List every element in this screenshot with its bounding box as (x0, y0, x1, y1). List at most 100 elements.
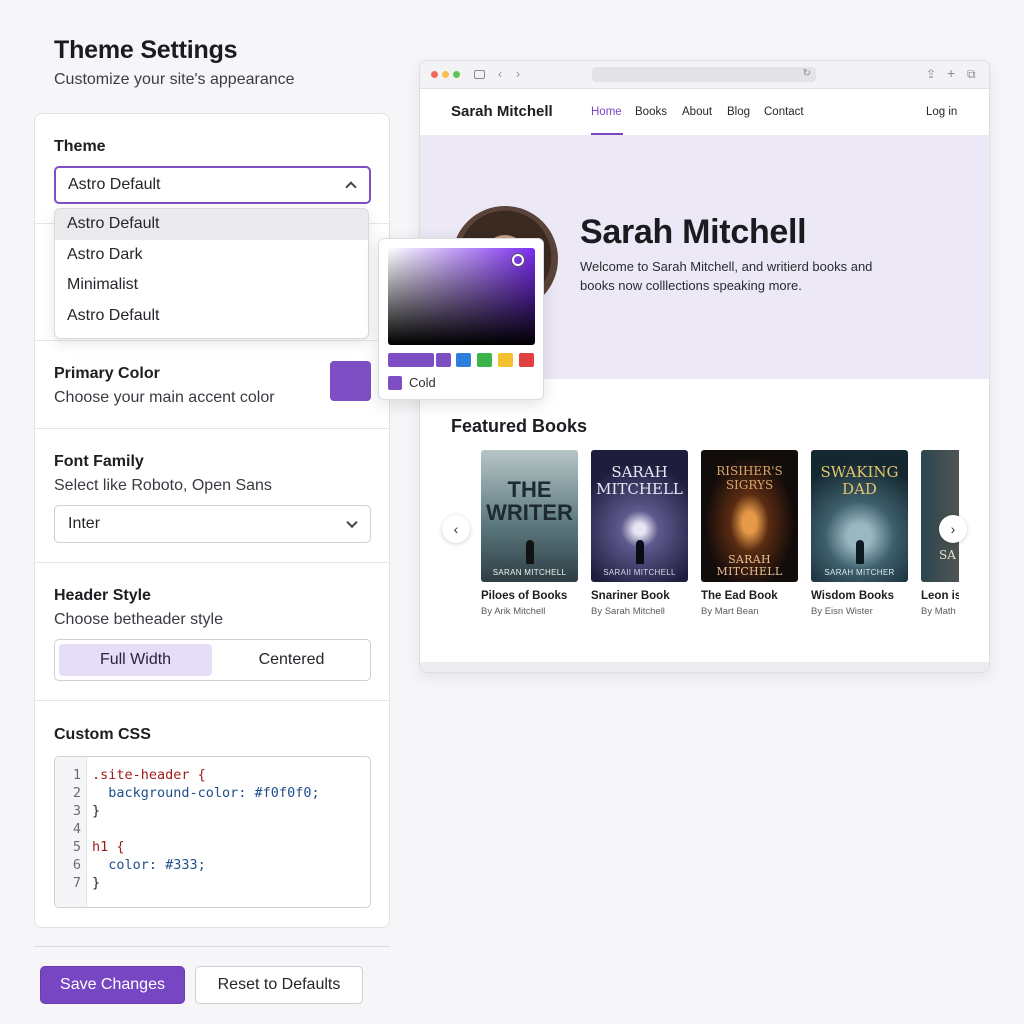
line-number: 4 (72, 821, 81, 837)
maximize-dot-icon[interactable] (453, 71, 460, 78)
cover-author: SARAII MITCHELL (603, 568, 676, 577)
active-nav-indicator (591, 133, 623, 135)
line-number: 5 (72, 839, 81, 855)
preset-color-swatch[interactable] (498, 353, 513, 367)
book-cover: SWAKING DAD SARAH MITCHER (811, 450, 908, 582)
forward-icon[interactable]: › (516, 67, 520, 81)
book-title: Snariner Book (591, 590, 670, 602)
cover-title: THE WRITER (486, 477, 573, 525)
code-line: background-color: #f0f0f0; (92, 785, 320, 801)
books-carousel: THE WRITER SARAN MITCHELL Piloes of Book… (481, 450, 959, 630)
custom-css-label: Custom CSS (54, 726, 151, 743)
font-family-section: Font Family Select like Roboto, Open San… (35, 429, 389, 563)
theme-option-minimalist[interactable]: Minimalist (55, 270, 368, 301)
book-card[interactable]: THE WRITER SARAN MITCHELL Piloes of Book… (481, 450, 578, 617)
reload-icon[interactable]: ↻ (803, 68, 811, 79)
primary-color-label: Primary Color (54, 365, 160, 382)
primary-color-swatch[interactable] (330, 361, 371, 401)
theme-option-astro-default-2[interactable]: Astro Default (55, 301, 368, 332)
book-title: Leon is (921, 590, 959, 602)
preset-color-swatch[interactable] (388, 353, 434, 367)
cover-title: SARAH MITCHELL (596, 463, 683, 498)
code-line: color: #333; (92, 857, 206, 873)
color-picker-handle[interactable] (512, 254, 524, 266)
nav-about[interactable]: About (682, 106, 712, 118)
book-title: Piloes of Books (481, 590, 568, 602)
book-cover: RISIHER'S SIGRYS SARAH MITCHELL (701, 450, 798, 582)
book-card[interactable]: SARAH MITCHELL SARAII MITCHELL Snariner … (591, 450, 688, 617)
selected-color-name: Cold (409, 375, 436, 390)
preset-color-swatch[interactable] (456, 353, 471, 367)
chevron-down-icon (346, 516, 358, 529)
login-link[interactable]: Log in (926, 106, 957, 118)
cover-author: SARAH MITCHER (824, 568, 895, 577)
cover-figure (526, 540, 534, 564)
theme-dropdown-menu: Astro Default Astro Dark Minimalist Astr… (54, 208, 369, 339)
line-number: 2 (72, 785, 81, 801)
site-name[interactable]: Sarah Mitchell (451, 103, 553, 120)
custom-css-editor[interactable]: 1 2 3 4 5 6 7 .site-header { background-… (54, 756, 371, 908)
cover-author: SARAN MITCHELL (492, 568, 567, 577)
book-cover: THE WRITER SARAN MITCHELL (481, 450, 578, 582)
book-author: By Mart Bean (701, 606, 759, 617)
nav-home[interactable]: Home (591, 106, 622, 118)
cover-title: SWAKING DAD (820, 463, 899, 498)
nav-books[interactable]: Books (635, 106, 667, 118)
preset-color-swatch[interactable] (519, 353, 534, 367)
cover-figure (636, 540, 644, 564)
cover-title: SA MIT (939, 548, 959, 562)
header-style-section: Header Style Choose betheader style Full… (35, 563, 389, 701)
code-line: h1 { (92, 839, 125, 855)
font-family-select[interactable]: Inter (54, 505, 371, 543)
header-style-label: Header Style (54, 587, 151, 604)
saturation-value-area[interactable] (388, 248, 535, 345)
theme-select[interactable]: Astro Default (54, 166, 371, 204)
header-style-toggle: Full Width Centered (54, 639, 371, 681)
line-number: 3 (72, 803, 81, 819)
line-number: 7 (72, 875, 81, 891)
line-number: 6 (72, 857, 81, 873)
preview-bottom-bar (420, 662, 989, 672)
reset-defaults-button[interactable]: Reset to Defaults (195, 966, 363, 1004)
selected-color-chip (388, 376, 402, 390)
font-family-label: Font Family (54, 453, 144, 470)
footer-divider (34, 946, 390, 947)
nav-blog[interactable]: Blog (727, 106, 750, 118)
book-author: By Arik Mitchell (481, 606, 546, 617)
minimize-dot-icon[interactable] (442, 71, 449, 78)
page-subtitle: Customize your site's appearance (54, 71, 295, 88)
primary-color-description: Choose your main accent color (54, 389, 275, 406)
featured-books-title: Featured Books (451, 416, 588, 436)
color-picker-popover: Cold (378, 238, 544, 400)
preset-color-swatch[interactable] (436, 353, 451, 367)
sidebar-toggle-icon[interactable] (474, 70, 485, 79)
close-dot-icon[interactable] (431, 71, 438, 78)
theme-option-astro-dark[interactable]: Astro Dark (55, 240, 368, 271)
hero-text: Welcome to Sarah Mitchell, and writierd … (580, 259, 873, 293)
book-card[interactable]: RISIHER'S SIGRYS SARAH MITCHELL The Ead … (701, 450, 798, 617)
book-title: Wisdom Books (811, 590, 894, 602)
book-card[interactable]: SWAKING DAD SARAH MITCHER Wisdom Books B… (811, 450, 908, 617)
theme-label: Theme (54, 138, 106, 155)
book-title: The Ead Book (701, 590, 778, 602)
tabs-icon[interactable]: ⧉ (967, 67, 976, 82)
header-style-description: Choose betheader style (54, 611, 223, 628)
share-icon[interactable]: ⇪ (926, 67, 936, 81)
preset-color-swatch[interactable] (477, 353, 492, 367)
book-cover: SARAH MITCHELL SARAII MITCHELL (591, 450, 688, 582)
carousel-prev-button[interactable]: ‹ (442, 515, 470, 543)
code-line: } (92, 875, 101, 891)
hero-name: Sarah Mitchell (580, 213, 807, 251)
save-changes-button[interactable]: Save Changes (40, 966, 185, 1004)
toggle-centered[interactable]: Centered (216, 644, 367, 676)
nav-contact[interactable]: Contact (764, 106, 804, 118)
cover-title: RISIHER'S SIGRYS (716, 464, 783, 492)
back-icon[interactable]: ‹ (498, 67, 502, 81)
toggle-full-width[interactable]: Full Width (59, 644, 212, 676)
carousel-next-button[interactable]: › (939, 515, 967, 543)
new-tab-icon[interactable]: + (947, 65, 955, 81)
theme-option-astro-default[interactable]: Astro Default (55, 209, 368, 240)
chevron-up-icon (345, 181, 357, 193)
url-bar[interactable]: ↻ (592, 67, 816, 82)
site-header: Sarah Mitchell Home Books About Blog Con… (420, 89, 989, 136)
